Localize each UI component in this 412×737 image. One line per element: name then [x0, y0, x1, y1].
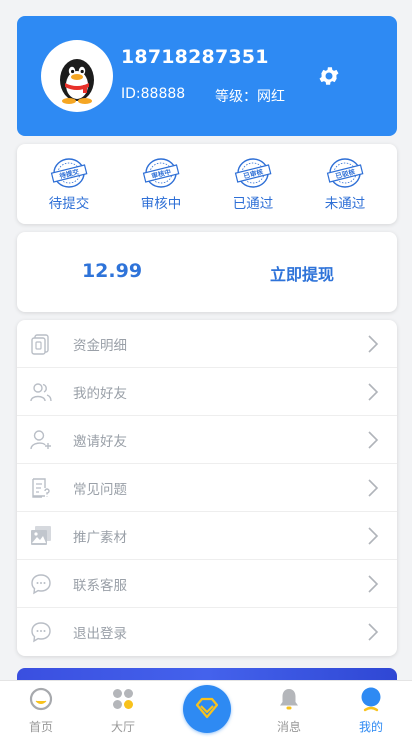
menu-item-label: 推广素材: [73, 529, 127, 546]
penguin-avatar-icon: [60, 59, 94, 104]
menu-item-fund-details[interactable]: 资金明细: [17, 320, 397, 368]
chevron-right-icon: [368, 575, 379, 593]
status-rejected[interactable]: 已驳核 未通过: [305, 156, 385, 212]
bottom-tab-bar: 首页 大厅 消息 我的: [0, 680, 412, 737]
menu-item-faq[interactable]: 常见问题: [17, 464, 397, 512]
tab-label: 我的: [358, 720, 383, 734]
image-gallery-icon: [31, 526, 51, 545]
menu-item-logout[interactable]: 退出登录: [17, 608, 397, 656]
menu-item-invite-friends[interactable]: 邀请好友: [17, 416, 397, 464]
status-label: 未通过: [324, 196, 366, 212]
hall-dots-icon: [113, 689, 133, 709]
chevron-right-icon: [368, 527, 379, 545]
status-approved[interactable]: 已审核 已通过: [213, 156, 293, 212]
gear-icon[interactable]: [317, 64, 341, 88]
chevron-right-icon: [368, 335, 379, 353]
user-id: ID:88888: [121, 86, 186, 102]
menu-item-promo-materials[interactable]: 推广素材: [17, 512, 397, 560]
chevron-right-icon: [368, 623, 379, 641]
status-label: 已通过: [232, 196, 274, 212]
user-level: 等级：网红: [215, 89, 285, 105]
balance-amount: 12.99: [81, 260, 143, 282]
order-status-card: 待提交 待提交 审核中 审核中 已审核 已通过 已驳核 未通过: [17, 144, 397, 224]
menu-item-my-friends[interactable]: 我的好友: [17, 368, 397, 416]
stamp-pending-submit-icon: 待提交: [50, 158, 88, 188]
phone-number: 18718287351: [121, 46, 269, 68]
tab-home[interactable]: 首页: [0, 681, 82, 737]
invite-user-icon: [30, 430, 51, 450]
home-face-icon: [29, 687, 53, 711]
status-pending-submit[interactable]: 待提交 待提交: [29, 156, 109, 212]
menu-item-label: 资金明细: [73, 337, 127, 354]
stamp-rejected-icon: 已驳核: [326, 158, 364, 188]
status-reviewing[interactable]: 审核中 审核中: [121, 156, 201, 212]
faq-document-icon: [32, 478, 50, 498]
chevron-right-icon: [368, 431, 379, 449]
chevron-right-icon: [368, 383, 379, 401]
status-label: 待提交: [48, 196, 90, 212]
withdraw-button[interactable]: 立即提现: [207, 261, 397, 285]
menu-item-label: 退出登录: [73, 626, 127, 642]
center-diamond-button[interactable]: [183, 685, 231, 733]
tab-hall[interactable]: 大厅: [82, 681, 164, 737]
tab-messages[interactable]: 消息: [248, 681, 330, 737]
diamond-icon: [195, 697, 219, 719]
chat-bubble-icon: [31, 574, 51, 595]
tab-label: 首页: [28, 720, 53, 734]
stamp-approved-icon: 已审核: [234, 158, 272, 188]
menu-item-label: 我的好友: [73, 385, 127, 402]
chevron-right-icon: [368, 479, 379, 497]
balance-card: 12.99 立即提现: [17, 232, 397, 312]
menu-item-label: 联系客服: [73, 577, 127, 594]
avatar[interactable]: [41, 40, 113, 112]
user-icon: [361, 687, 381, 712]
bell-icon: [280, 689, 298, 710]
profile-card: 18718287351 ID:88888 等级：网红: [17, 16, 397, 136]
tab-label: 消息: [276, 720, 301, 734]
stamp-reviewing-icon: 审核中: [142, 158, 180, 188]
menu-item-label: 邀请好友: [73, 433, 127, 450]
menu-item-label: 常见问题: [73, 481, 127, 498]
friends-icon: [30, 383, 52, 402]
menu-item-contact-support[interactable]: 联系客服: [17, 560, 397, 608]
chat-bubble-icon: [31, 622, 51, 643]
wallet-detail-icon: [31, 334, 49, 355]
status-label: 审核中: [140, 196, 182, 212]
tab-mine[interactable]: 我的: [330, 681, 412, 737]
tab-label: 大厅: [110, 720, 135, 734]
menu-list: 资金明细 我的好友 邀请好友 常见问题 推广素材 联系客服 退出登录: [17, 320, 397, 656]
